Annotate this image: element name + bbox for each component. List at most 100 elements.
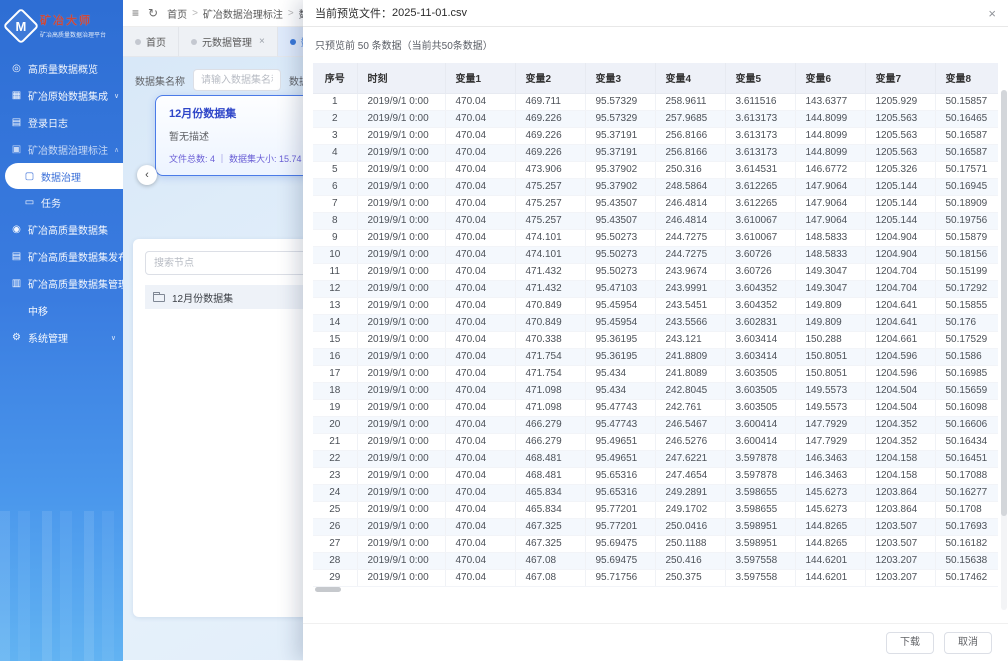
download-button[interactable]: 下载 bbox=[886, 632, 934, 654]
table-cell: 470.04 bbox=[445, 382, 515, 399]
table-cell: 149.5573 bbox=[795, 382, 865, 399]
table-cell: 3.598655 bbox=[725, 501, 795, 518]
table-cell: 467.325 bbox=[515, 535, 585, 552]
sidebar-item[interactable]: ▭任务 bbox=[0, 189, 123, 216]
table-cell: 149.5573 bbox=[795, 399, 865, 416]
sidebar-item-label: 矿冶高质量数据集管理 bbox=[28, 276, 123, 291]
table-cell: 257.9685 bbox=[655, 110, 725, 127]
table-cell: 470.04 bbox=[445, 467, 515, 484]
table-cell: 3.610067 bbox=[725, 229, 795, 246]
close-icon[interactable]: × bbox=[988, 7, 996, 20]
refresh-icon[interactable]: ↻ bbox=[148, 6, 158, 20]
table-cell: 50.17529 bbox=[935, 331, 998, 348]
table-cell: 3 bbox=[313, 127, 357, 144]
collapse-panel-button[interactable]: ‹ bbox=[137, 165, 157, 185]
table-row: 172019/9/1 0:00470.04471.75495.434241.80… bbox=[313, 365, 998, 382]
table-row: 272019/9/1 0:00470.04467.32595.69475250.… bbox=[313, 535, 998, 552]
cancel-button[interactable]: 取消 bbox=[944, 632, 992, 654]
table-cell: 95.36195 bbox=[585, 348, 655, 365]
table-cell: 2019/9/1 0:00 bbox=[357, 127, 445, 144]
table-cell: 1204.596 bbox=[865, 348, 935, 365]
table-cell: 3.600414 bbox=[725, 433, 795, 450]
collapse-menu-icon[interactable]: ≡ bbox=[132, 6, 139, 20]
table-cell: 468.481 bbox=[515, 467, 585, 484]
table-cell: 95.47743 bbox=[585, 399, 655, 416]
tab-item[interactable]: 元数据管理× bbox=[179, 27, 278, 56]
table-cell: 1 bbox=[313, 93, 357, 110]
sidebar-item[interactable]: ▣矿冶数据治理标注∧ bbox=[0, 136, 123, 163]
sidebar-item[interactable]: ▢数据治理 bbox=[5, 163, 123, 189]
column-header: 变量1 bbox=[445, 63, 515, 93]
table-cell: 1204.904 bbox=[865, 246, 935, 263]
table-cell: 2019/9/1 0:00 bbox=[357, 450, 445, 467]
table-cell: 2019/9/1 0:00 bbox=[357, 161, 445, 178]
table-cell: 5 bbox=[313, 161, 357, 178]
table-cell: 2019/9/1 0:00 bbox=[357, 535, 445, 552]
table-cell: 95.37191 bbox=[585, 144, 655, 161]
table-cell: 2019/9/1 0:00 bbox=[357, 484, 445, 501]
table-cell: 150.288 bbox=[795, 331, 865, 348]
data-governance-icon: ▢ bbox=[24, 171, 35, 182]
table-cell: 246.5467 bbox=[655, 416, 725, 433]
breadcrumb-item[interactable]: 首页 bbox=[167, 6, 187, 21]
sidebar-item[interactable]: ▥矿冶高质量数据集管理 bbox=[0, 270, 123, 297]
table-cell: 473.906 bbox=[515, 161, 585, 178]
table-cell: 23 bbox=[313, 467, 357, 484]
table-cell: 469.226 bbox=[515, 144, 585, 161]
table-cell: 95.69475 bbox=[585, 552, 655, 569]
table-row: 82019/9/1 0:00470.04475.25795.43507246.4… bbox=[313, 212, 998, 229]
sidebar-item[interactable]: ▤矿冶高质量数据集发布 bbox=[0, 243, 123, 270]
table-cell: 1205.929 bbox=[865, 93, 935, 110]
sidebar-item[interactable]: ▤登录日志 bbox=[0, 109, 123, 136]
tab-item[interactable]: 首页 bbox=[123, 27, 179, 56]
sidebar-item-label: 任务 bbox=[41, 195, 61, 210]
table-cell: 1205.326 bbox=[865, 161, 935, 178]
chevron-down-icon: ∨ bbox=[114, 92, 119, 100]
breadcrumb-item[interactable]: 矿冶数据治理标注 bbox=[203, 6, 283, 21]
table-cell: 246.5276 bbox=[655, 433, 725, 450]
table-cell: 50.18909 bbox=[935, 195, 998, 212]
table-cell: 2019/9/1 0:00 bbox=[357, 178, 445, 195]
table-cell: 470.04 bbox=[445, 110, 515, 127]
tab-close-icon[interactable]: × bbox=[259, 36, 265, 47]
table-cell: 2019/9/1 0:00 bbox=[357, 246, 445, 263]
table-row: 182019/9/1 0:00470.04471.09895.434242.80… bbox=[313, 382, 998, 399]
table-cell: 244.7275 bbox=[655, 229, 725, 246]
table-cell: 149.3047 bbox=[795, 263, 865, 280]
table-cell: 1203.507 bbox=[865, 518, 935, 535]
table-cell: 1205.144 bbox=[865, 212, 935, 229]
table-cell: 470.04 bbox=[445, 416, 515, 433]
table-cell: 50.16606 bbox=[935, 416, 998, 433]
table-cell: 470.04 bbox=[445, 399, 515, 416]
dataset-name-input[interactable] bbox=[193, 69, 281, 91]
table-cell: 1204.904 bbox=[865, 229, 935, 246]
table-cell: 465.834 bbox=[515, 484, 585, 501]
table-cell: 50.17292 bbox=[935, 280, 998, 297]
table-cell: 50.16434 bbox=[935, 433, 998, 450]
table-cell: 148.5833 bbox=[795, 229, 865, 246]
sidebar-item[interactable]: ◉矿冶高质量数据集 bbox=[0, 216, 123, 243]
table-cell: 2 bbox=[313, 110, 357, 127]
table-row: 202019/9/1 0:00470.04466.27995.47743246.… bbox=[313, 416, 998, 433]
table-cell: 95.50273 bbox=[585, 263, 655, 280]
vertical-scrollbar-thumb[interactable] bbox=[1001, 90, 1007, 516]
table-cell: 3.598655 bbox=[725, 484, 795, 501]
table-cell: 241.8809 bbox=[655, 348, 725, 365]
table-cell: 2019/9/1 0:00 bbox=[357, 263, 445, 280]
table-cell: 50.18156 bbox=[935, 246, 998, 263]
table-cell: 243.9991 bbox=[655, 280, 725, 297]
sidebar-menu: ◎高质量数据概览▦矿冶原始数据集成∨▤登录日志▣矿冶数据治理标注∧▢数据治理▭任… bbox=[0, 55, 123, 351]
sidebar-item[interactable]: ▦矿冶原始数据集成∨ bbox=[0, 82, 123, 109]
sidebar-item[interactable]: ◎高质量数据概览 bbox=[0, 55, 123, 82]
table-cell: 470.04 bbox=[445, 365, 515, 382]
table-cell: 3.610067 bbox=[725, 212, 795, 229]
sidebar-item[interactable]: 中移 bbox=[0, 297, 123, 324]
modal-footer: 下载 取消 bbox=[303, 623, 1008, 661]
table-cell: 95.434 bbox=[585, 365, 655, 382]
horizontal-scrollbar-thumb[interactable] bbox=[315, 587, 341, 592]
overview-icon: ◎ bbox=[11, 63, 22, 74]
sidebar-item[interactable]: ⚙系统管理∨ bbox=[0, 324, 123, 351]
gear-icon: ⚙ bbox=[11, 332, 22, 343]
table-cell: 2019/9/1 0:00 bbox=[357, 348, 445, 365]
table-cell: 7 bbox=[313, 195, 357, 212]
